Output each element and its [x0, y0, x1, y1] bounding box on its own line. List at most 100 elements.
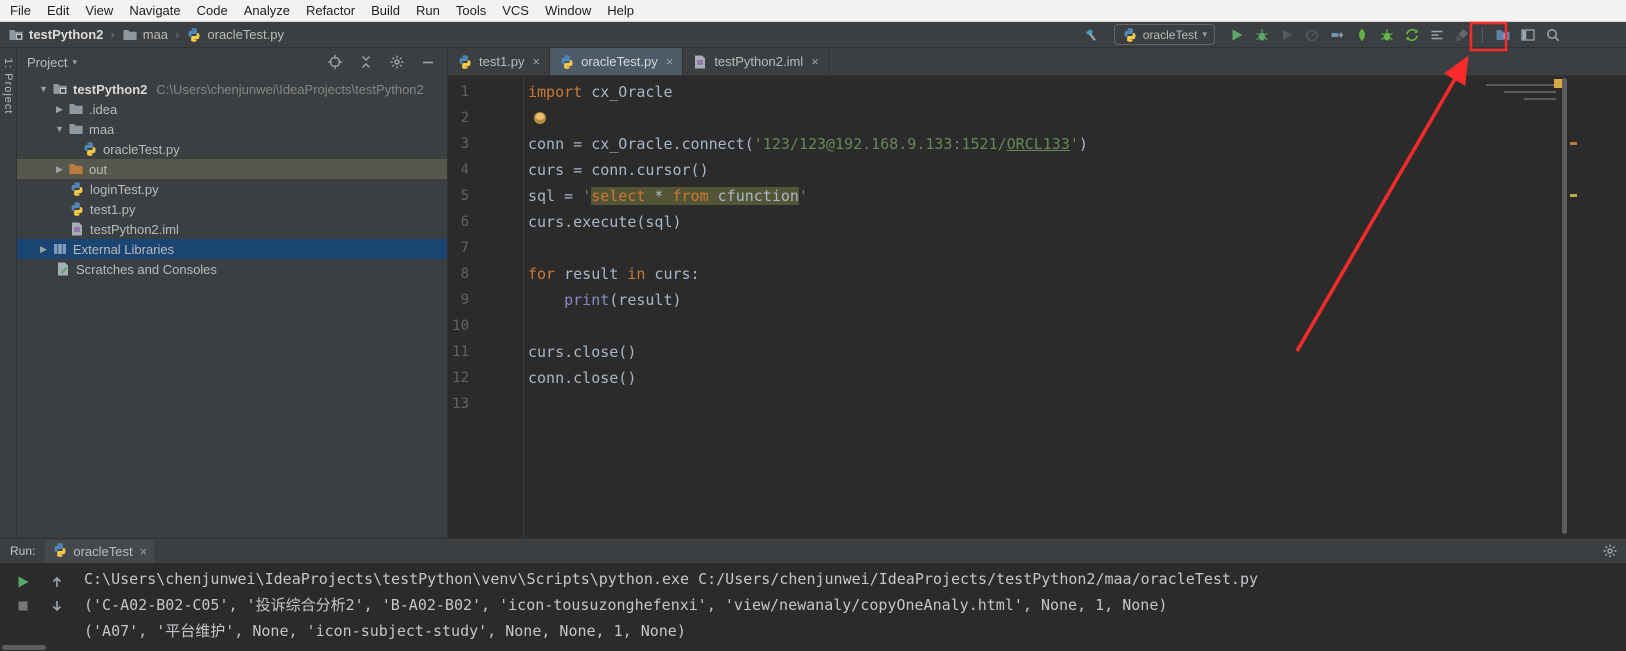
tree-item-path: C:\Users\chenjunwei\IdeaProjects\testPyt…	[156, 81, 424, 97]
close-tab-icon[interactable]: ×	[533, 54, 541, 69]
tree-item-maa[interactable]: ▼ maa	[17, 119, 447, 139]
hide-button[interactable]	[419, 51, 437, 73]
debug-button[interactable]	[1253, 24, 1271, 46]
build-button[interactable]	[1083, 24, 1101, 46]
sync-button[interactable]	[1403, 24, 1421, 46]
tree-item-testpython2-iml[interactable]: testPython2.iml	[17, 219, 447, 239]
menu-code[interactable]: Code	[189, 0, 236, 22]
menu-help[interactable]: Help	[599, 0, 642, 22]
scrollbar-thumb[interactable]	[1562, 78, 1567, 534]
plugin-bug-button[interactable]	[1378, 24, 1396, 46]
breadcrumb-testpython2[interactable]: testPython2	[8, 27, 103, 43]
run-with-coverage-button[interactable]	[1278, 24, 1296, 46]
tab-testpython2-iml[interactable]: testPython2.iml ×	[683, 48, 829, 75]
stop-icon	[15, 598, 31, 614]
tab-test1-py[interactable]: test1.py ×	[448, 48, 551, 75]
menu-tools[interactable]: Tools	[448, 0, 494, 22]
folder-out-icon	[68, 161, 84, 177]
tab-oracletest-py[interactable]: oracleTest.py ×	[550, 48, 684, 75]
menu-run[interactable]: Run	[408, 0, 448, 22]
breadcrumb-maa[interactable]: maa	[122, 27, 168, 43]
expand-toggle-icon[interactable]: ▶	[51, 104, 68, 115]
run-settings-button[interactable]	[1602, 543, 1618, 562]
project-tree: ▼ testPython2 C:\Users\chenjunwei\IdeaProj…	[17, 76, 447, 538]
menu-vcs[interactable]: VCS	[494, 0, 537, 22]
settings-icon	[1602, 543, 1618, 559]
breadcrumb-oracletest-py[interactable]: oracleTest.py	[186, 27, 284, 43]
menu-window[interactable]: Window	[537, 0, 599, 22]
editor-scrollbar[interactable]	[1554, 76, 1626, 538]
expand-toggle-icon[interactable]: ▶	[35, 244, 52, 255]
intention-bulb-icon[interactable]	[534, 112, 546, 124]
editor[interactable]: 1 2 3 4 5 6 7 8 9 10 11 12 13 import cx_Oracle conn =…	[448, 76, 1626, 538]
menu-navigate[interactable]: Navigate	[121, 0, 188, 22]
console-hscrollbar[interactable]	[2, 645, 46, 650]
attach-to-process-button[interactable]	[1328, 24, 1346, 46]
line-number: 2	[460, 110, 469, 126]
tree-item-oracletest-py[interactable]: oracleTest.py	[17, 139, 447, 159]
settings-button[interactable]	[388, 51, 406, 73]
main-toolbar: testPython2 › maa › oracleTest.py oracleTest…	[0, 22, 1626, 48]
menu-view[interactable]: View	[77, 0, 121, 22]
tree-item-idea[interactable]: ▶ .idea	[17, 99, 447, 119]
profile-button[interactable]	[1303, 24, 1321, 46]
toolbar-separator	[1482, 26, 1483, 43]
expand-toggle-icon[interactable]: ▼	[51, 124, 68, 134]
line-number: 9	[460, 292, 469, 308]
close-tab-icon[interactable]: ×	[666, 54, 674, 69]
run-configuration-select[interactable]: oracleTest ▾	[1113, 24, 1215, 45]
toolbar-actions: oracleTest ▾	[1083, 24, 1562, 46]
breadcrumb-separator: ›	[110, 27, 115, 42]
menu-analyze[interactable]: Analyze	[236, 0, 298, 22]
attach-icon	[1329, 27, 1345, 43]
down-button[interactable]	[48, 595, 66, 617]
menu-file[interactable]: File	[2, 0, 39, 22]
iml-icon	[692, 54, 708, 70]
expand-toggle-icon[interactable]: ▼	[35, 84, 52, 94]
expand-toggle-icon[interactable]: ▶	[51, 164, 68, 175]
code-area[interactable]: import cx_Oracle conn = cx_Oracle.connect…	[524, 76, 1626, 538]
locate-button[interactable]	[326, 51, 344, 73]
project-stripe-button[interactable]: 1: Project	[2, 58, 14, 114]
run-button[interactable]	[1228, 24, 1246, 46]
tree-item-test1-py[interactable]: test1.py	[17, 199, 447, 219]
stop-button[interactable]	[14, 595, 32, 617]
up-button[interactable]	[48, 571, 66, 593]
tree-item-out[interactable]: ▶ out	[17, 159, 447, 179]
tree-item-external-libraries[interactable]: ▶ External Libraries	[17, 239, 447, 259]
close-icon[interactable]: ×	[140, 544, 148, 559]
tree-item-logintest-py[interactable]: loginTest.py	[17, 179, 447, 199]
code-line-2	[528, 105, 1626, 131]
line-number: 5	[460, 188, 469, 204]
rerun-button[interactable]	[14, 571, 32, 593]
editor-gutter: 1 2 3 4 5 6 7 8 9 10 11 12 13	[448, 76, 524, 538]
tree-item-testpython2[interactable]: ▼ testPython2 C:\Users\chenjunwei\IdeaProj…	[17, 79, 447, 99]
layout-icon	[1520, 27, 1536, 43]
menu-build[interactable]: Build	[363, 0, 408, 22]
console-line: ('A07', '平台维护', None, 'icon-subject-stud…	[84, 622, 686, 640]
search-everywhere-button[interactable]	[1544, 24, 1562, 46]
restore-layout-button[interactable]	[1519, 24, 1537, 46]
project-structure-button[interactable]	[1494, 24, 1512, 46]
coverage-icon	[1279, 27, 1295, 43]
console-output[interactable]: C:\Users\chenjunwei\IdeaProjects\testPyt…	[78, 563, 1626, 651]
code-line-12: conn.close()	[528, 369, 637, 387]
tree-item-label: External Libraries	[73, 241, 175, 257]
menu-refactor[interactable]: Refactor	[298, 0, 363, 22]
warning-marker-line3	[1570, 142, 1577, 145]
tree-item-scratches-and-consoles[interactable]: Scratches and Consoles	[17, 259, 447, 279]
plugin-leaf-button[interactable]	[1353, 24, 1371, 46]
menu-edit[interactable]: Edit	[39, 0, 77, 22]
close-tab-icon[interactable]: ×	[811, 54, 819, 69]
up-icon	[49, 574, 65, 590]
collapse-all-button[interactable]	[357, 51, 375, 73]
code-line-3: conn = cx_Oracle.connect('123/123@192.16…	[528, 135, 1088, 153]
project-view-selector[interactable]: Project ▾	[27, 55, 77, 70]
tree-item-label: test1.py	[90, 201, 136, 217]
run-tab[interactable]: oracleTest ×	[45, 539, 155, 563]
view-breakpoints-button[interactable]	[1428, 24, 1446, 46]
code-cleanup-button[interactable]	[1453, 24, 1471, 46]
code-line-9: print(result)	[564, 291, 682, 309]
